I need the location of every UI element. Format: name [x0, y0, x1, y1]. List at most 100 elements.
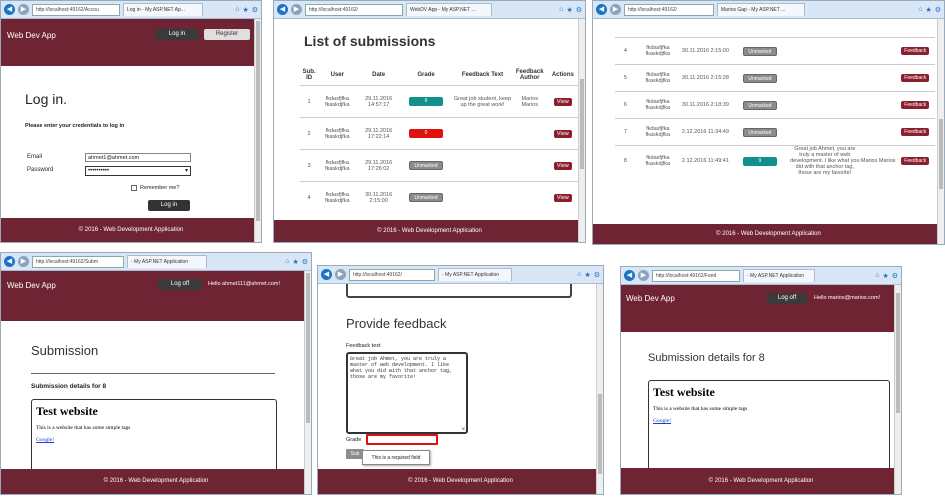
row-user: fkdasfjfka fkaskdjfka: [325, 127, 350, 140]
site-link[interactable]: Google!: [653, 418, 885, 424]
star-icon[interactable]: ★: [584, 271, 590, 279]
back-icon[interactable]: ◀: [4, 256, 15, 267]
footer: © 2016 - Web Development Application: [318, 469, 603, 494]
login-window: ◀ ▶ http://localhost:49162/Accou Log in …: [0, 0, 262, 243]
footer: © 2016 - Web Development Application: [593, 224, 944, 244]
home-icon[interactable]: ⌂: [559, 6, 563, 14]
grade-badge: Unmarked: [409, 193, 444, 203]
row-action-button[interactable]: View: [553, 129, 572, 138]
row-date: 30.11.2016 2:18:39: [681, 102, 729, 108]
forward-icon[interactable]: ▶: [18, 256, 29, 267]
back-icon[interactable]: ◀: [624, 270, 635, 281]
scrollbar[interactable]: [254, 19, 261, 242]
gear-icon[interactable]: ⚙: [892, 272, 898, 280]
browser-tab[interactable]: Log in - My ASP.NET Ap...: [123, 3, 203, 16]
logoff-button[interactable]: Log off: [767, 293, 807, 304]
gear-icon[interactable]: ⚙: [935, 6, 941, 14]
star-icon[interactable]: ★: [242, 6, 248, 14]
browser-tab[interactable]: WebDV App - My ASP.NET ...: [406, 3, 492, 16]
address-bar[interactable]: http://localhost:49162/Subm: [32, 255, 124, 268]
gear-icon[interactable]: ⚙: [252, 6, 258, 14]
star-icon[interactable]: ★: [566, 6, 572, 14]
register-button[interactable]: Register: [204, 29, 250, 40]
brand[interactable]: Web Dev App: [7, 31, 56, 40]
address-bar[interactable]: http://localhost:49162/: [624, 3, 714, 16]
star-icon[interactable]: ★: [292, 258, 298, 266]
submission-details-window: ◀ ▶ http://localhost:49162/Feed - My ASP…: [620, 266, 902, 495]
star-icon[interactable]: ★: [882, 272, 888, 280]
submit-login-button[interactable]: Log in: [148, 200, 190, 211]
scrollbar[interactable]: [304, 271, 311, 494]
back-icon[interactable]: ◀: [321, 269, 332, 280]
home-icon[interactable]: ⌂: [285, 258, 289, 266]
site-header: Web Dev App Log off Hello marios@marios.…: [621, 285, 901, 332]
row-action-button[interactable]: Feedback: [901, 74, 930, 82]
brand[interactable]: Web Dev App: [626, 294, 675, 303]
back-icon[interactable]: ◀: [4, 4, 15, 15]
row-action-button[interactable]: View: [553, 97, 572, 106]
row-action-button[interactable]: View: [553, 193, 572, 202]
home-icon[interactable]: ⌂: [918, 6, 922, 14]
address-bar[interactable]: http://localhost:49162/: [349, 268, 435, 281]
row-action-button[interactable]: Feedback: [901, 101, 930, 109]
star-icon[interactable]: ★: [925, 6, 931, 14]
row-action-button[interactable]: Feedback: [901, 157, 930, 165]
grade-badge: Unmarked: [742, 46, 777, 56]
row-action-button[interactable]: Feedback: [901, 128, 930, 136]
logoff-button[interactable]: Log off: [158, 279, 202, 290]
resize-handle-icon[interactable]: ⇲: [461, 426, 465, 432]
checkbox-icon[interactable]: [131, 185, 137, 191]
gear-icon[interactable]: ⚙: [302, 258, 308, 266]
row-action-button[interactable]: Feedback: [901, 47, 930, 55]
gear-icon[interactable]: ⚙: [576, 6, 582, 14]
site-title: Test website: [653, 385, 715, 399]
column-header: Actions: [551, 72, 574, 78]
remember-me[interactable]: Remember me?: [131, 185, 179, 191]
row-user: fkdasfjfka fkaskdjfka: [645, 45, 671, 57]
address-bar[interactable]: http://localhost:49162/Feed: [652, 269, 740, 282]
email-field[interactable]: ahmet1@ahmet.com: [85, 153, 191, 162]
back-icon[interactable]: ◀: [596, 4, 607, 15]
browser-chrome: ◀ ▶ http://localhost:49162/Accou Log in …: [1, 1, 261, 19]
scrollbar[interactable]: [937, 19, 944, 244]
browser-tab[interactable]: - My ASP.NET Application: [127, 255, 207, 268]
remember-label: Remember me?: [140, 185, 180, 191]
forward-icon[interactable]: ▶: [335, 269, 346, 280]
feedback-textarea[interactable]: Great job Ahmet, you are truly a master …: [346, 352, 468, 434]
browser-tab[interactable]: Marios Gap - My ASP.NET ...: [717, 3, 805, 16]
address-bar[interactable]: http://localhost:49162/Accou: [32, 3, 120, 16]
home-icon[interactable]: ⌂: [235, 6, 239, 14]
home-icon[interactable]: ⌂: [875, 272, 879, 280]
gear-icon[interactable]: ⚙: [594, 271, 600, 279]
forward-icon[interactable]: ▶: [18, 4, 29, 15]
site-description: This is a website that has some simple t…: [36, 425, 131, 431]
address-bar[interactable]: http://localhost:49162/: [305, 3, 403, 16]
forward-icon[interactable]: ▶: [291, 4, 302, 15]
hello-user[interactable]: Hello ahmet111@ahmet.com!: [208, 281, 280, 287]
scrollbar[interactable]: [578, 19, 585, 242]
feedback-author: Marios Marios: [860, 158, 896, 164]
home-icon[interactable]: ⌂: [577, 271, 581, 279]
password-field[interactable]: •••••••••• ▾: [85, 166, 191, 176]
submissions-window: ◀ ▶ http://localhost:49162/ WebDV App - …: [273, 0, 586, 243]
browser-tab[interactable]: - My ASP.NET Application: [438, 268, 512, 281]
login-nav-button[interactable]: Log in: [155, 29, 199, 40]
site-title: Test website: [36, 404, 98, 418]
browser-tab[interactable]: - My ASP.NET Application: [743, 269, 815, 282]
back-icon[interactable]: ◀: [277, 4, 288, 15]
site-link[interactable]: Google!: [36, 437, 272, 443]
hello-user[interactable]: Hello marios@marios.com!: [814, 295, 880, 301]
row-date: 30.11.2016 2:15:00: [365, 191, 393, 204]
forward-icon[interactable]: ▶: [638, 270, 649, 281]
scrollbar[interactable]: [894, 285, 901, 494]
forward-icon[interactable]: ▶: [610, 4, 621, 15]
row-user: fkdasfjfka fkaskdjfka: [645, 126, 671, 138]
row-action-button[interactable]: View: [553, 161, 572, 170]
page-subtitle: Please enter your credentials to log in: [25, 123, 125, 129]
column-header: User: [330, 72, 344, 78]
grade-input[interactable]: [366, 434, 438, 445]
brand[interactable]: Web Dev App: [7, 281, 56, 290]
page-title: Provide feedback: [346, 316, 447, 331]
table-row: 2 fkdasfjfka fkaskdjfka 29.11.2016 17:22:1…: [300, 117, 580, 150]
scrollbar[interactable]: [596, 284, 603, 494]
